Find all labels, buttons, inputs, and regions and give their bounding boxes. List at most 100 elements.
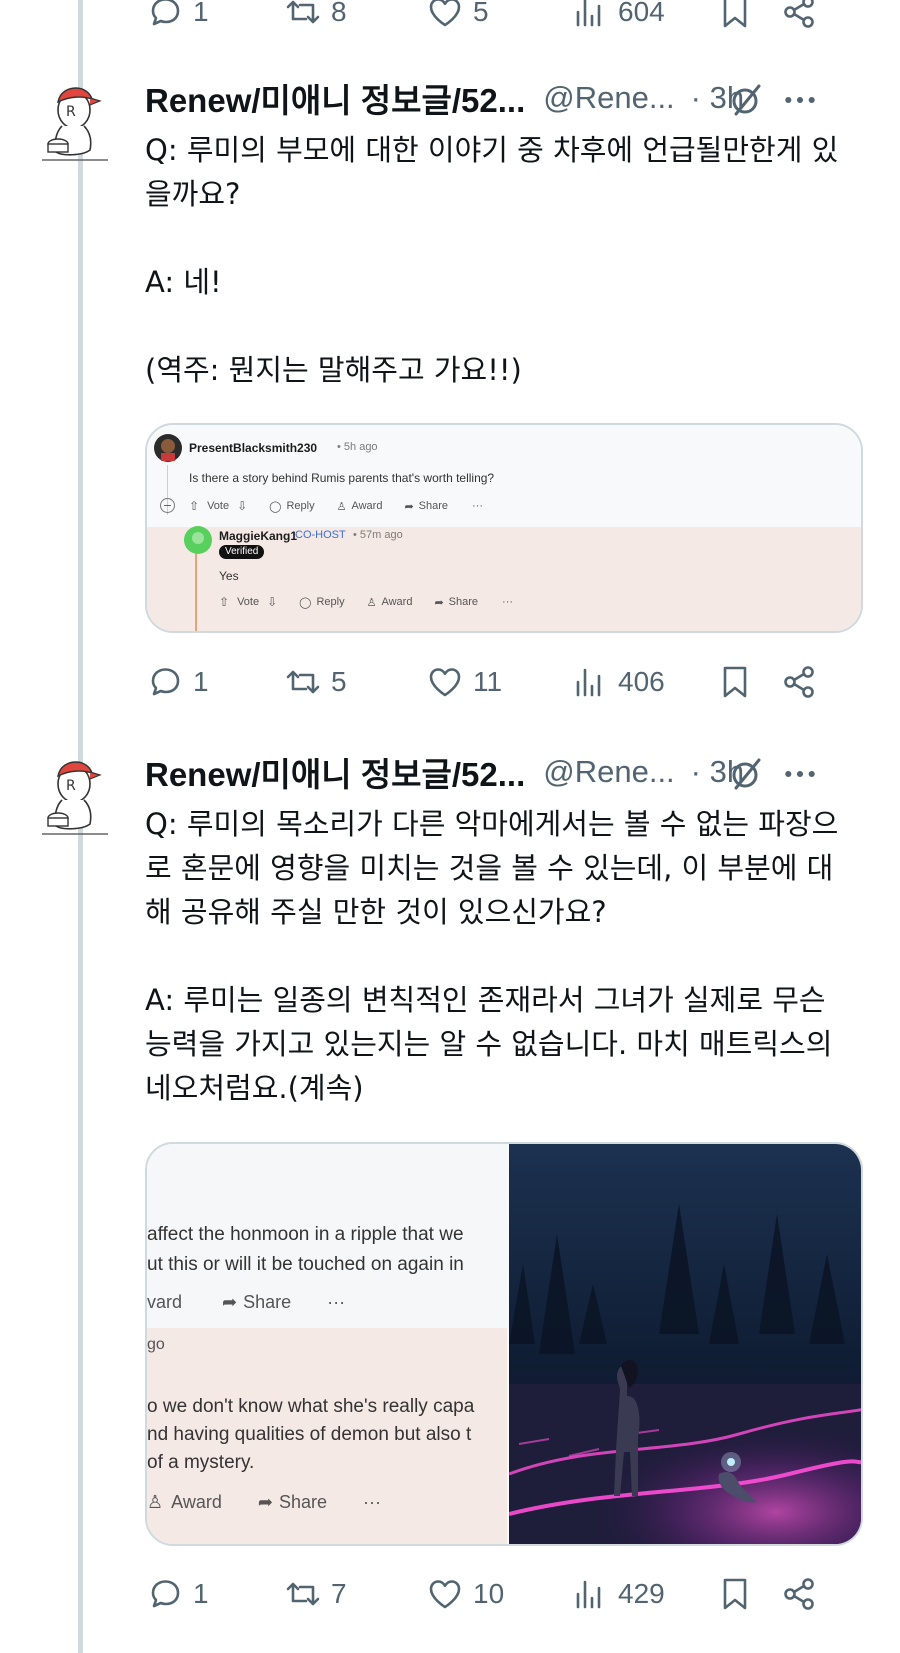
avatar[interactable]: R xyxy=(36,78,114,168)
reddit-reply-time: • 57m ago xyxy=(353,529,403,541)
reply-bubble-icon xyxy=(151,668,180,696)
like-button[interactable]: 10 xyxy=(425,1574,504,1614)
crop-more-bottom[interactable]: ··· xyxy=(363,1492,381,1513)
reddit-share-label[interactable]: Share xyxy=(449,596,478,608)
repost-button[interactable]: 5 xyxy=(283,662,347,702)
crop-share-label-bottom[interactable]: Share xyxy=(279,1492,327,1513)
reddit-reply-text: Yes xyxy=(219,569,239,583)
like-count: 10 xyxy=(473,1578,505,1609)
tweet-2[interactable]: R Renew/미애니 정보글/52... @Rene... · 3h Q: 루… xyxy=(0,720,900,1653)
crop-line-3: o we don't know what she's really capa xyxy=(147,1396,475,1417)
heart-icon xyxy=(429,1580,461,1609)
reddit-post-text: Is there a story behind Rumis parents th… xyxy=(189,471,495,485)
views-bars-icon xyxy=(576,668,601,697)
downvote-icon[interactable]: ⇩ xyxy=(267,595,277,609)
upvote-icon[interactable]: ⇧ xyxy=(189,499,199,513)
bookmark-button[interactable] xyxy=(715,662,755,702)
crop-award-label-bottom[interactable]: Award xyxy=(171,1492,222,1513)
views-bars-icon xyxy=(576,1580,601,1609)
like-count: 11 xyxy=(473,666,503,697)
reddit-share-label[interactable]: Share xyxy=(419,500,448,512)
repost-icon xyxy=(286,1582,320,1606)
reddit-post-user: PresentBlacksmith230 xyxy=(189,441,318,455)
reddit-reply-label[interactable]: Reply xyxy=(286,500,314,512)
grok-slash-icon[interactable] xyxy=(726,754,766,794)
reply-button[interactable]: 1 xyxy=(145,662,209,702)
share-icon xyxy=(784,666,814,698)
repost-count: 5 xyxy=(331,666,347,697)
display-name[interactable]: Renew/미애니 정보글/52... xyxy=(145,748,525,796)
vote-label: Vote xyxy=(207,500,230,512)
views-count: 406 xyxy=(618,666,665,697)
reddit-reply-user: MaggieKang1 xyxy=(219,529,298,543)
views-button[interactable]: 429 xyxy=(570,1574,665,1614)
crop-line-1: affect the honmoon in a ripple that we xyxy=(147,1224,464,1245)
share-arrow-icon: ➦ xyxy=(404,500,414,513)
views-button[interactable]: 406 xyxy=(570,662,665,702)
media-card-reddit[interactable]: PresentBlacksmith230 • 5h ago Is there a… xyxy=(145,423,863,633)
upvote-icon[interactable]: ⇧ xyxy=(219,595,229,609)
user-handle[interactable]: @Rene... xyxy=(543,754,674,790)
avatar-illustration: R xyxy=(42,87,108,161)
more-dots-icon[interactable] xyxy=(782,82,818,118)
grok-slash-icon[interactable] xyxy=(726,80,766,120)
crop-share-label[interactable]: Share xyxy=(243,1292,291,1313)
night-forest-scene xyxy=(509,1144,861,1544)
award-icon: ♙ xyxy=(147,1492,164,1512)
reply-icon-small: ◯ xyxy=(299,596,312,609)
share-arrow-icon: ➦ xyxy=(257,1492,273,1512)
views-count: 429 xyxy=(618,1578,665,1609)
reddit-more[interactable]: ··· xyxy=(472,500,483,512)
share-arrow-icon: ➦ xyxy=(434,596,444,609)
reply-bubble-icon xyxy=(151,1580,180,1608)
reply-button[interactable]: 1 xyxy=(145,1574,209,1614)
bookmark-button[interactable] xyxy=(715,1574,755,1614)
reply-count: 1 xyxy=(193,1578,209,1609)
avatar[interactable]: R xyxy=(36,752,114,842)
share-button[interactable] xyxy=(779,1574,819,1614)
user-handle[interactable]: @Rene... xyxy=(543,80,674,116)
crop-actions-bottom: ♙ Award ➦ Share ··· xyxy=(147,1492,381,1513)
repost-count: 7 xyxy=(331,1578,347,1609)
tweet-1[interactable]: R Renew/미애니 정보글/52... @Rene... · 3h Q: 루… xyxy=(0,0,900,720)
reddit-reply-role: CO-HOST xyxy=(295,529,346,541)
crop-award-label[interactable]: vard xyxy=(147,1292,182,1313)
share-button[interactable] xyxy=(779,662,819,702)
bookmark-icon xyxy=(723,666,747,698)
svg-text:R: R xyxy=(66,778,76,794)
more-dots-icon[interactable] xyxy=(782,756,818,792)
action-bar: 1 7 10 429 xyxy=(145,1574,865,1614)
media-reddit-crop[interactable]: affect the honmoon in a ripple that we u… xyxy=(147,1144,507,1544)
reddit-award-label[interactable]: Award xyxy=(351,500,382,512)
media-animation-still[interactable] xyxy=(509,1144,861,1544)
bookmark-icon xyxy=(723,1578,747,1610)
crop-ago: go xyxy=(147,1336,165,1353)
downvote-icon[interactable]: ⇩ xyxy=(237,499,247,513)
reddit-user-avatar xyxy=(154,434,182,462)
repost-icon xyxy=(286,670,320,694)
share-arrow-icon: ➦ xyxy=(222,1292,238,1312)
verified-badge: Verified xyxy=(219,545,265,559)
reddit-award-label[interactable]: Award xyxy=(381,596,412,608)
svg-text:R: R xyxy=(66,104,76,120)
tweet-text: Q: 루미의 부모에 대한 이야기 중 차후에 언급될만한게 있 을까요? A:… xyxy=(145,133,839,387)
display-name[interactable]: Renew/미애니 정보글/52... xyxy=(145,74,525,122)
repost-button[interactable]: 7 xyxy=(283,1574,347,1614)
share-icon xyxy=(784,1578,814,1610)
reddit-reply-avatar xyxy=(184,526,212,554)
media-card-split[interactable]: affect the honmoon in a ripple that we u… xyxy=(145,1142,863,1546)
tweet-text: Q: 루미의 목소리가 다른 악마에게서는 볼 수 없는 파장으 로 혼문에 영… xyxy=(145,807,839,1105)
crop-line-5: of a mystery. xyxy=(147,1452,255,1473)
like-button[interactable]: 11 xyxy=(425,662,502,702)
reply-icon-small: ◯ xyxy=(269,500,282,513)
crop-line-4: nd having qualities of demon but also t xyxy=(147,1424,472,1445)
reddit-post-time: • 5h ago xyxy=(337,441,378,453)
reddit-more[interactable]: ··· xyxy=(502,596,513,608)
crop-more[interactable]: ··· xyxy=(327,1292,345,1313)
action-bar: 1 5 11 406 xyxy=(145,662,865,702)
vote-label: Vote xyxy=(237,596,260,608)
avatar-illustration: R xyxy=(42,761,108,835)
reddit-reply-label[interactable]: Reply xyxy=(316,596,344,608)
award-icon: ♙ xyxy=(366,596,377,609)
reddit-collapse-icon[interactable]: − xyxy=(160,498,175,513)
